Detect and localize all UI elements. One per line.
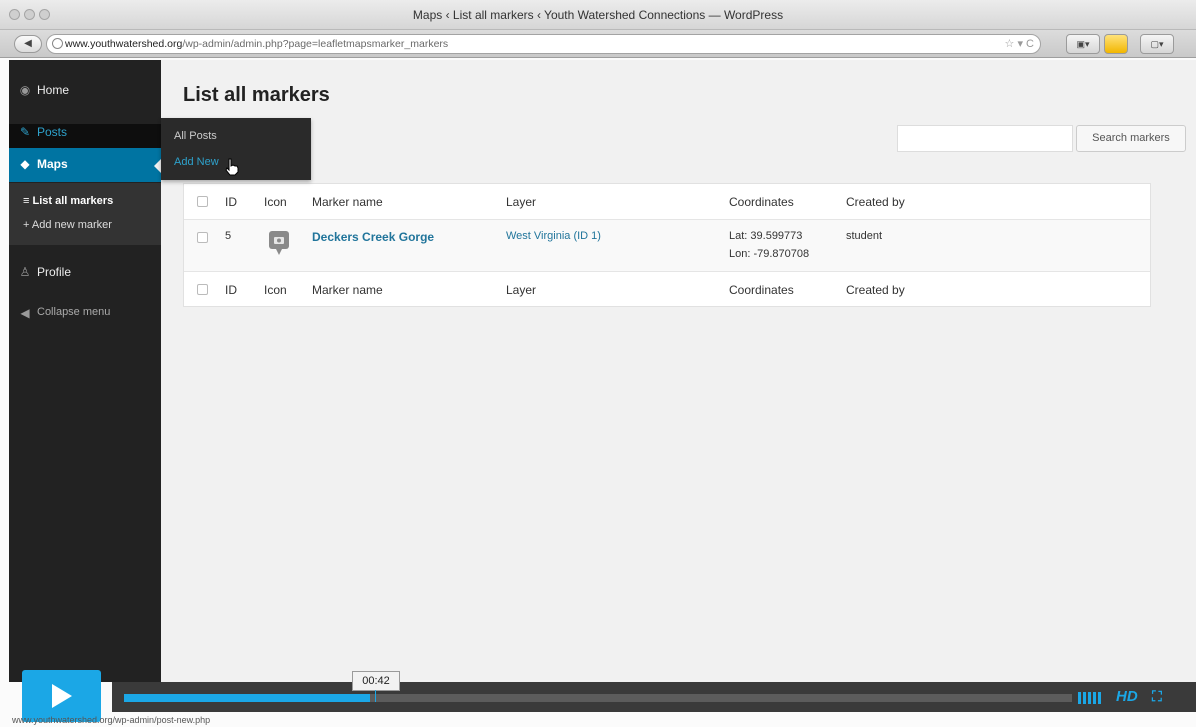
col-coordinates: Coordinates [729,195,794,209]
submenu-add-new-marker[interactable]: + Add new marker [23,219,112,231]
page-title: List all markers [183,84,330,106]
hand-cursor-icon [225,158,239,176]
sidebar-posts-label: Posts [37,125,68,139]
volume-icon[interactable] [1078,691,1110,704]
select-all-checkbox[interactable] [197,196,208,207]
select-all-checkbox-footer[interactable] [197,284,208,295]
markers-table: ID Icon Marker name Layer Coordinates Cr… [183,183,1151,307]
time-tooltip: 00:42 [352,671,400,691]
dashboard-icon: ◉ [19,83,31,97]
col-id[interactable]: ID [225,195,237,209]
sidebar-home-label: Home [37,83,70,97]
sidebar-collapse-label: Collapse menu [37,306,111,318]
row-lat: Lat: 39.599773 [729,230,803,242]
sidebar-item-maps[interactable]: ◆ Maps [9,148,162,182]
screen: Maps ‹ List all markers ‹ Youth Watershe… [0,0,1196,727]
maps-submenu: ≡ List all markers + Add new marker [9,183,161,245]
url-path: /wp-admin/admin.php?page=leafletmapsmark… [182,38,449,50]
browser-toolbar: ◀ www.youthwatershed.org/wp-admin/admin.… [0,30,1196,58]
user-icon: ♙ [19,265,31,279]
foot-col-created-by[interactable]: Created by [846,283,905,297]
hd-toggle[interactable]: HD [1116,688,1138,705]
address-bar[interactable]: www.youthwatershed.org/wp-admin/admin.ph… [46,34,1041,54]
playhead-marker [375,690,376,702]
col-layer[interactable]: Layer [506,195,536,209]
foot-col-coordinates: Coordinates [729,283,794,297]
flyout-add-new[interactable]: Add New [174,156,219,168]
table-footer-row: ID Icon Marker name Layer Coordinates Cr… [184,272,1150,306]
row-id: 5 [225,230,232,242]
table-row: 5 Deckers Creek Gorge West Virginia (ID … [184,220,1150,272]
foot-col-marker-name[interactable]: Marker name [312,283,383,297]
progress-bar[interactable]: HD ⛶ [112,682,1196,712]
progress-fill [124,694,371,702]
foot-col-id[interactable]: ID [225,283,237,297]
home-button[interactable] [1104,34,1128,54]
foot-col-icon: Icon [264,283,287,297]
row-lon: Lon: -79.870708 [729,248,810,260]
url-domain: www.youthwatershed.org [65,38,183,50]
layer-link[interactable]: West Virginia (ID 1) [506,230,601,242]
back-button[interactable]: ◀ [14,35,42,53]
foot-col-layer[interactable]: Layer [506,283,536,297]
map-marker-icon: ◆ [20,157,30,171]
tabs-button[interactable]: ▣▾ [1066,34,1100,54]
collapse-icon: ◀ [20,306,30,320]
col-created-by[interactable]: Created by [846,195,905,209]
search-markers-button[interactable]: Search markers [1076,125,1186,152]
row-created-by: student [846,230,883,242]
main-content: List all markers Search markers ID Icon … [161,60,1196,682]
table-header-row: ID Icon Marker name Layer Coordinates Cr… [184,184,1150,220]
row-checkbox[interactable] [197,232,208,243]
search-input[interactable] [897,125,1073,152]
col-marker-name[interactable]: Marker name [312,195,383,209]
window-title: Maps ‹ List all markers ‹ Youth Watershe… [412,8,784,22]
admin-sidebar: ◉ Home ✎ Posts ◆ Maps ≡ List all markers… [9,60,162,682]
sidebar-profile-label: Profile [37,265,72,279]
marker-name-link[interactable]: Deckers Creek Gorge [312,230,434,244]
progress-track[interactable] [124,694,1072,702]
camera-marker-icon [269,231,289,255]
sidebar-maps-label: Maps [37,157,68,171]
fullscreen-icon[interactable]: ⛶ [1152,688,1162,705]
play-icon [52,684,72,708]
pin-icon: ✎ [19,125,31,139]
col-icon: Icon [264,195,287,209]
pocket-button[interactable]: ▢▾ [1140,34,1174,54]
submenu-list-all-markers[interactable]: ≡ List all markers [23,195,113,207]
flyout-all-posts[interactable]: All Posts [174,130,217,142]
status-bar-url: www.youthwatershed.org/wp-admin/post-new… [12,715,211,725]
bookmark-star-icon[interactable]: ☆ ▾ C [1005,35,1034,53]
globe-icon [52,38,63,49]
window-titlebar: Maps ‹ List all markers ‹ Youth Watershe… [0,0,1196,30]
